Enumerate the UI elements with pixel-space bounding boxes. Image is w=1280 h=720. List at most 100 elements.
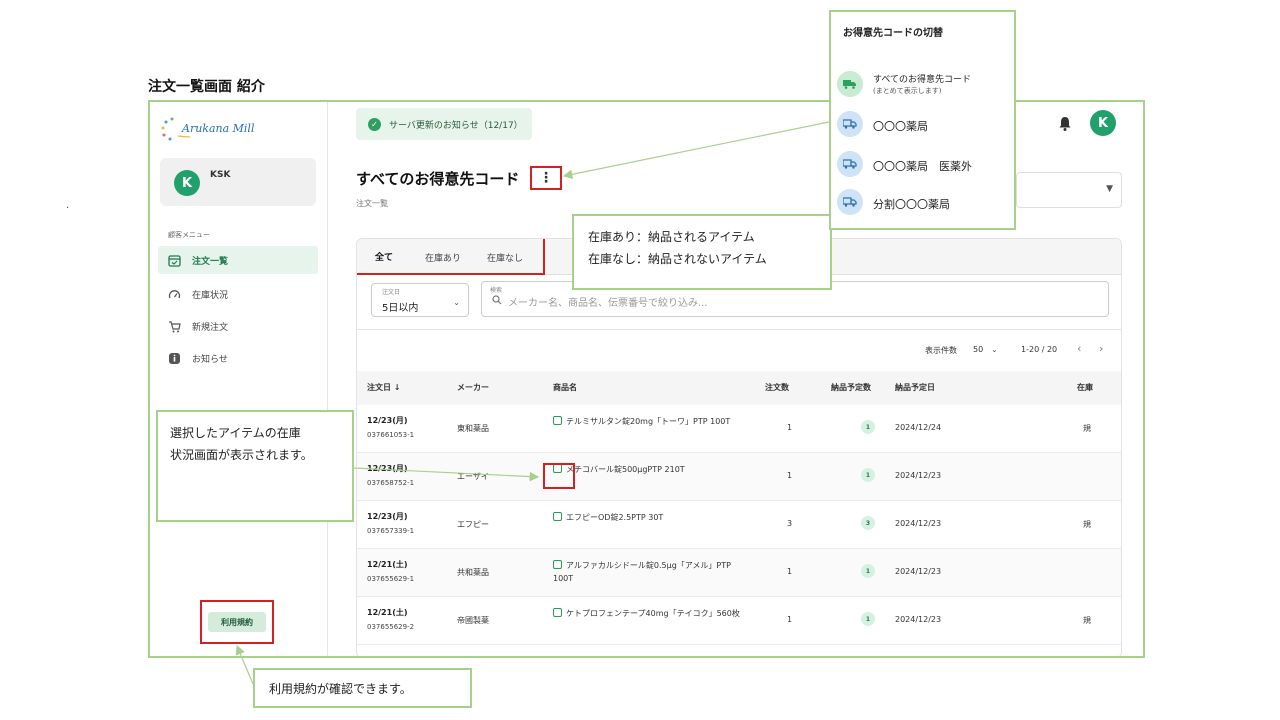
slip-number: 037655629-2	[367, 623, 415, 631]
notice-text: サーバ更新のお知らせ（12/17）	[389, 120, 523, 131]
order-quantity: 1	[787, 423, 793, 432]
order-date: 12/21(土)	[367, 560, 408, 569]
maker-name: 帝國製薬	[457, 616, 489, 625]
delivery-date: 2024/12/23	[895, 567, 942, 576]
sidebar-item-label: 在庫状況	[192, 290, 229, 301]
slip-number: 037658752-1	[367, 479, 415, 487]
delivery-date: 2024/12/23	[895, 471, 942, 480]
menu-heading: 顧客メニュー	[168, 231, 210, 239]
stock-status-icon[interactable]	[553, 608, 562, 617]
truck-icon	[837, 111, 863, 137]
slide-dot: .	[66, 200, 70, 211]
table-row[interactable]: 12/23(月) 037661053-1 東和薬品 テルミサルタン錠20mg「ト…	[357, 405, 1121, 453]
order-quantity: 1	[787, 567, 793, 576]
maker-name: 共和薬品	[457, 568, 489, 577]
stock-status-icon[interactable]	[553, 512, 562, 521]
user-card[interactable]: K KSK	[160, 158, 316, 206]
next-page-button[interactable]: ›	[1099, 342, 1103, 355]
code-option-item[interactable]: 〇〇〇薬局	[837, 110, 1009, 140]
maker-name: 東和薬品	[457, 424, 489, 433]
logo[interactable]: Arukana Mill	[160, 116, 260, 142]
page-size-label: 表示件数	[925, 346, 957, 355]
sidebar-item-new-order[interactable]: 新規注文	[158, 312, 318, 340]
check-circle-icon: ✓	[368, 117, 381, 131]
page-size-select[interactable]: 50	[973, 345, 983, 354]
callout-text: 選択したアイテムの在庫	[170, 426, 301, 440]
column-header-product: 商品名	[553, 383, 577, 392]
sidebar-item-orders[interactable]: 注文一覧	[158, 246, 318, 274]
code-option-label: 分割〇〇〇薬局	[873, 198, 950, 211]
divider	[357, 329, 1121, 330]
code-option-all[interactable]: すべてのお得意先コード (まとめて表示します)	[837, 70, 1009, 100]
notice-banner[interactable]: ✓ サーバ更新のお知らせ（12/17）	[356, 108, 532, 140]
table-header: 注文日 ↓ メーカー 商品名 注文数 納品予定数 納品予定日 在庫	[357, 371, 1121, 405]
product-cell: ケトプロフェンテープ40mg「テイコク」560枚	[553, 607, 749, 620]
product-cell: テルミサルタン錠20mg「トーワ」PTP 100T	[553, 415, 749, 428]
table-row[interactable]: 12/23(月) 037658752-1 エーザイ メチコバール錠500μgPT…	[357, 453, 1121, 501]
prev-page-button[interactable]: ‹	[1077, 342, 1081, 355]
code-option-label: 〇〇〇薬局	[873, 120, 928, 133]
date-filter-label: 注文日	[382, 289, 401, 296]
user-name: KSK	[210, 170, 231, 180]
callout-text: 在庫なし：納品されないアイテム	[588, 252, 767, 266]
sidebar-item-label: 注文一覧	[192, 256, 229, 267]
order-quantity: 3	[787, 519, 793, 528]
gauge-icon	[166, 286, 182, 302]
callout-text: 在庫あり：納品されるアイテム	[588, 230, 755, 244]
stock-value: 規	[1083, 424, 1091, 433]
stock-value: 規	[1083, 520, 1091, 529]
callout-stock-status: 選択したアイテムの在庫 状況画面が表示されます。	[156, 410, 354, 522]
maker-name: エフピー	[457, 520, 489, 529]
more-options-button[interactable]: ⋮	[530, 166, 562, 190]
callout-terms: 利用規約が確認できます。	[253, 668, 472, 708]
page-title: すべてのお得意先コード	[356, 170, 520, 188]
product-cell: アルファカルシドール錠0.5μg「アメル」PTP 100T	[553, 559, 749, 585]
slip-number: 037661053-1	[367, 431, 415, 439]
slide-title: 注文一覧画面 紹介	[148, 79, 265, 95]
table-row[interactable]: 12/21(土) 037655629-2 帝國製薬 ケトプロフェンテープ40mg…	[357, 597, 1121, 645]
cart-icon	[166, 318, 182, 334]
bell-icon[interactable]	[1058, 116, 1072, 132]
column-header-order-date[interactable]: 注文日 ↓	[367, 382, 401, 393]
customer-code-select[interactable]: ▼	[1016, 172, 1122, 208]
date-filter-value: 5日以内	[382, 303, 419, 314]
delivery-date: 2024/12/23	[895, 519, 942, 528]
table-row[interactable]: 12/21(土) 037655629-1 共和薬品 アルファカルシドール錠0.5…	[357, 549, 1121, 597]
truck-icon	[837, 189, 863, 215]
stock-value: 規	[1083, 616, 1091, 625]
terms-highlight	[200, 600, 274, 644]
info-icon	[166, 350, 182, 366]
logo-text: Arukana Mill	[182, 122, 255, 135]
product-name: テルミサルタン錠20mg「トーワ」PTP 100T	[566, 417, 731, 426]
planned-quantity-badge: 1	[861, 612, 875, 626]
sidebar-item-label: 新規注文	[192, 322, 229, 333]
order-date-filter[interactable]: 注文日 5日以内 ⌄	[371, 283, 469, 317]
stock-status-icon[interactable]	[553, 416, 562, 425]
code-option-item[interactable]: 〇〇〇薬局 医薬外	[837, 150, 1009, 180]
column-header-planned: 納品予定数	[831, 383, 871, 392]
code-option-sub: (まとめて表示します)	[873, 87, 942, 95]
chevron-down-icon[interactable]: ⌄	[991, 345, 998, 354]
stock-icon-highlight	[543, 463, 575, 489]
account-avatar[interactable]: K	[1090, 110, 1116, 136]
customer-code-panel: お得意先コードの切替 すべてのお得意先コード (まとめて表示します) 〇〇〇薬局…	[829, 10, 1016, 230]
panel-title: お得意先コードの切替	[843, 28, 943, 39]
sidebar-item-label: お知らせ	[192, 354, 228, 365]
slip-number: 037655629-1	[367, 575, 415, 583]
order-date: 12/21(土)	[367, 608, 408, 617]
delivery-date: 2024/12/24	[895, 423, 942, 432]
planned-quantity-badge: 3	[861, 516, 875, 530]
product-name: エフピーOD錠2.5PTP 30T	[566, 513, 664, 522]
sidebar-item-news[interactable]: お知らせ	[158, 344, 318, 372]
planned-quantity-badge: 1	[861, 468, 875, 482]
search-icon	[492, 295, 502, 305]
delivery-date: 2024/12/23	[895, 615, 942, 624]
product-name: ケトプロフェンテープ40mg「テイコク」560枚	[566, 609, 740, 618]
table-row[interactable]: 12/23(月) 037657339-1 エフピー エフピーOD錠2.5PTP …	[357, 501, 1121, 549]
chevron-down-icon: ▼	[1106, 184, 1113, 194]
stock-status-icon[interactable]	[553, 560, 562, 569]
sidebar-item-stock[interactable]: 在庫状況	[158, 280, 318, 308]
code-option-item[interactable]: 分割〇〇〇薬局	[837, 188, 1009, 218]
product-cell: メチコバール錠500μgPTP 210T	[553, 463, 749, 476]
callout-stock-tabs: 在庫あり：納品されるアイテム 在庫なし：納品されないアイテム	[572, 214, 832, 290]
